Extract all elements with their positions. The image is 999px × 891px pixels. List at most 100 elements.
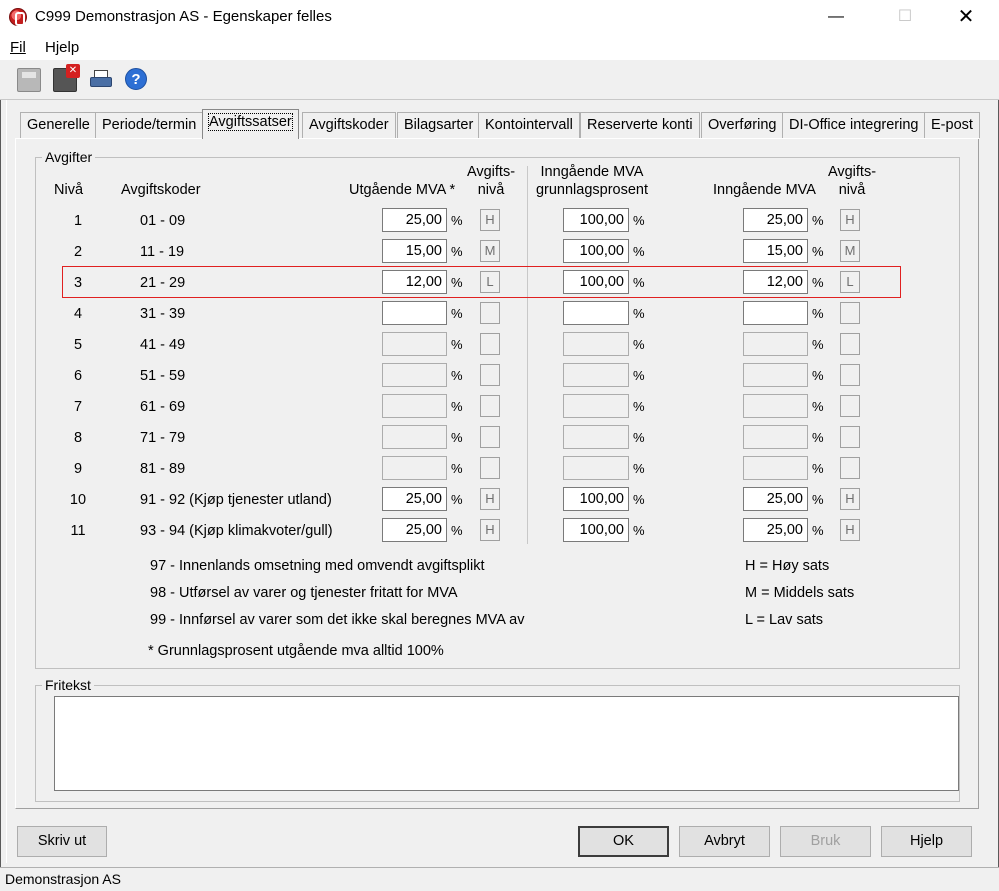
row-avgiftskoder: 01 - 09 bbox=[140, 213, 186, 229]
pct-label: % bbox=[633, 461, 645, 476]
pct-label: % bbox=[451, 337, 463, 352]
utgaende-mva-field[interactable]: 25,00 bbox=[382, 487, 447, 511]
note-99: 99 - Innførsel av varer som det ikke ska… bbox=[150, 612, 525, 628]
help-button[interactable]: Hjelp bbox=[881, 826, 972, 857]
print-button[interactable]: Skriv ut bbox=[17, 826, 107, 857]
tab-reserverte-konti[interactable]: Reserverte konti bbox=[580, 112, 700, 138]
status-bar: Demonstrasjon AS bbox=[0, 867, 999, 891]
cancel-button[interactable]: Avbryt bbox=[679, 826, 770, 857]
avgiftsniva-inng-field[interactable] bbox=[840, 333, 860, 355]
tab-generelle[interactable]: Generelle bbox=[20, 112, 97, 138]
inngaende-mva-field[interactable]: 25,00 bbox=[743, 487, 808, 511]
inngaende-mva-field[interactable] bbox=[743, 332, 808, 356]
pct-label: % bbox=[451, 523, 463, 538]
row-avgiftskoder: 81 - 89 bbox=[140, 461, 186, 477]
avgiftsniva-utg-field[interactable] bbox=[480, 395, 500, 417]
pct-label: % bbox=[812, 368, 824, 383]
avgiftsniva-inng-field[interactable]: H bbox=[840, 488, 860, 510]
grunnlagsprosent-field[interactable] bbox=[563, 301, 629, 325]
utgaende-mva-field[interactable]: 25,00 bbox=[382, 518, 447, 542]
avgiftsniva-utg-field[interactable] bbox=[480, 457, 500, 479]
utgaende-mva-field[interactable] bbox=[382, 363, 447, 387]
minimize-button[interactable]: — bbox=[813, 0, 859, 34]
pct-label: % bbox=[812, 213, 824, 228]
inngaende-mva-field[interactable] bbox=[743, 456, 808, 480]
grunnlagsprosent-field[interactable] bbox=[563, 456, 629, 480]
avgiftsniva-inng-field[interactable] bbox=[840, 457, 860, 479]
inngaende-mva-field[interactable]: 25,00 bbox=[743, 518, 808, 542]
grunnlagsprosent-field[interactable]: 100,00 bbox=[563, 208, 629, 232]
pct-label: % bbox=[633, 430, 645, 445]
tab-avgiftskoder[interactable]: Avgiftskoder bbox=[302, 112, 396, 138]
grunnlagsprosent-field[interactable] bbox=[563, 394, 629, 418]
tab-avgiftssatser[interactable]: Avgiftssatser bbox=[202, 109, 299, 139]
tab-e-post[interactable]: E-post bbox=[924, 112, 980, 138]
avgiftsniva-utg-field[interactable] bbox=[480, 364, 500, 386]
grunnlagsprosent-field[interactable]: 100,00 bbox=[563, 487, 629, 511]
inngaende-mva-field[interactable] bbox=[743, 394, 808, 418]
avgiftsniva-utg-field[interactable]: H bbox=[480, 519, 500, 541]
inngaende-mva-field[interactable]: 15,00 bbox=[743, 239, 808, 263]
inngaende-mva-field[interactable] bbox=[743, 425, 808, 449]
close-button[interactable]: ✕ bbox=[943, 0, 989, 34]
grunnlagsprosent-field[interactable]: 100,00 bbox=[563, 239, 629, 263]
avgiftsniva-utg-field[interactable] bbox=[480, 426, 500, 448]
menu-bar: Fil Hjelp bbox=[0, 34, 999, 60]
header-inng-grunnlag-2: grunnlagsprosent bbox=[535, 182, 649, 198]
ok-button[interactable]: OK bbox=[578, 826, 669, 857]
inngaende-mva-field[interactable]: 25,00 bbox=[743, 208, 808, 232]
tab-periode-termin[interactable]: Periode/termin bbox=[95, 112, 204, 138]
utgaende-mva-field[interactable] bbox=[382, 332, 447, 356]
utgaende-mva-field[interactable] bbox=[382, 394, 447, 418]
tab-overforing[interactable]: Overføring bbox=[701, 112, 784, 138]
avgiftsniva-inng-field[interactable]: H bbox=[840, 209, 860, 231]
inngaende-mva-field[interactable] bbox=[743, 301, 808, 325]
avgiftsniva-utg-field[interactable] bbox=[480, 333, 500, 355]
utgaende-mva-field[interactable]: 15,00 bbox=[382, 239, 447, 263]
avgiftsniva-inng-field[interactable]: H bbox=[840, 519, 860, 541]
grunnlagsprosent-field[interactable] bbox=[563, 363, 629, 387]
avgiftsniva-inng-field[interactable] bbox=[840, 426, 860, 448]
grunnlagsprosent-field[interactable]: 100,00 bbox=[563, 518, 629, 542]
menu-fil-label: Fil bbox=[10, 39, 26, 56]
menu-hjelp[interactable]: Hjelp bbox=[45, 39, 79, 56]
legend-l: L = Lav sats bbox=[745, 612, 824, 628]
toolbar: ? bbox=[0, 60, 999, 100]
avgiftsniva-utg-field[interactable]: H bbox=[480, 209, 500, 231]
inngaende-mva-field[interactable] bbox=[743, 363, 808, 387]
avgiftsniva-inng-field[interactable] bbox=[840, 395, 860, 417]
help-icon[interactable]: ? bbox=[125, 68, 147, 90]
row-niva: 10 bbox=[69, 492, 87, 508]
menu-fil[interactable]: Fil bbox=[10, 39, 26, 56]
header-avgiftskoder: Avgiftskoder bbox=[121, 182, 201, 198]
pct-label: % bbox=[812, 244, 824, 259]
avgiftsniva-utg-field[interactable] bbox=[480, 302, 500, 324]
maximize-button[interactable]: ☐ bbox=[882, 0, 928, 34]
utgaende-mva-field[interactable] bbox=[382, 425, 447, 449]
utgaende-mva-field[interactable]: 25,00 bbox=[382, 208, 447, 232]
utgaende-mva-field[interactable] bbox=[382, 456, 447, 480]
tab-kontointervall[interactable]: Kontointervall bbox=[478, 112, 580, 138]
avgiftsniva-inng-field[interactable]: M bbox=[840, 240, 860, 262]
avgiftsniva-utg-field[interactable]: H bbox=[480, 488, 500, 510]
apply-button[interactable]: Bruk bbox=[780, 826, 871, 857]
avgiftsniva-utg-field[interactable]: M bbox=[480, 240, 500, 262]
grunnlagsprosent-field[interactable] bbox=[563, 425, 629, 449]
avgiftsniva-inng-field[interactable] bbox=[840, 364, 860, 386]
row-avgiftskoder: 61 - 69 bbox=[140, 399, 186, 415]
pct-label: % bbox=[633, 368, 645, 383]
save-icon[interactable] bbox=[17, 68, 41, 92]
utgaende-mva-field[interactable] bbox=[382, 301, 447, 325]
pct-label: % bbox=[812, 337, 824, 352]
avgiftsniva-inng-field[interactable] bbox=[840, 302, 860, 324]
apply-button-label: Bruk bbox=[810, 833, 841, 849]
grunnlagsprosent-field[interactable] bbox=[563, 332, 629, 356]
pct-label: % bbox=[451, 399, 463, 414]
status-text: Demonstrasjon AS bbox=[5, 871, 121, 887]
print-icon[interactable] bbox=[89, 68, 113, 92]
fritekst-textarea[interactable] bbox=[54, 696, 959, 791]
delete-icon[interactable] bbox=[53, 64, 80, 92]
header-inng-grunnlag-1: Inngående MVA bbox=[540, 164, 644, 180]
tab-di-office[interactable]: DI-Office integrering bbox=[782, 112, 926, 138]
tab-bilagsarter[interactable]: Bilagsarter bbox=[397, 112, 481, 138]
